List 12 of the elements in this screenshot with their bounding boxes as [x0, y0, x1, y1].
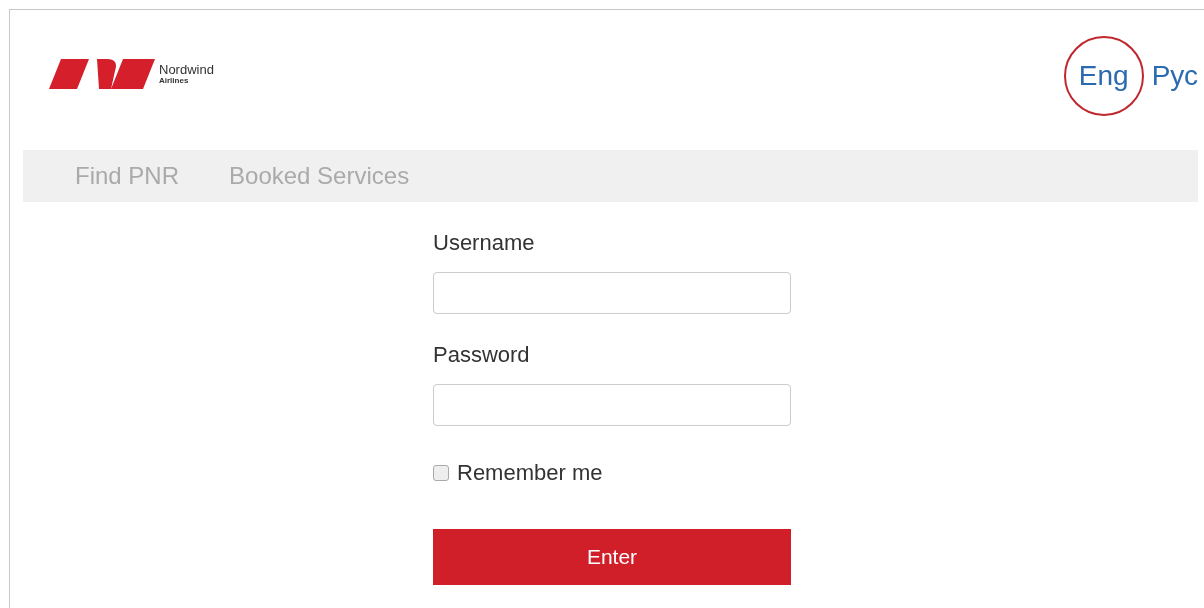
input-field[interactable] — [433, 272, 791, 314]
enter-button[interactable]: Enter — [433, 529, 791, 585]
input-field[interactable] — [433, 384, 791, 426]
language-link[interactable]: Eng — [1063, 36, 1144, 116]
field-label: Username — [433, 229, 536, 257]
checkbox-label: Remember me — [457, 459, 603, 487]
language-link[interactable]: Рус — [1151, 36, 1198, 116]
checkbox[interactable] — [433, 464, 449, 481]
logo-mark-icon — [49, 59, 155, 89]
field-label: Password — [433, 341, 531, 369]
logo-tagline: Airlines — [159, 77, 190, 85]
logo-name: Nordwind — [159, 63, 214, 76]
